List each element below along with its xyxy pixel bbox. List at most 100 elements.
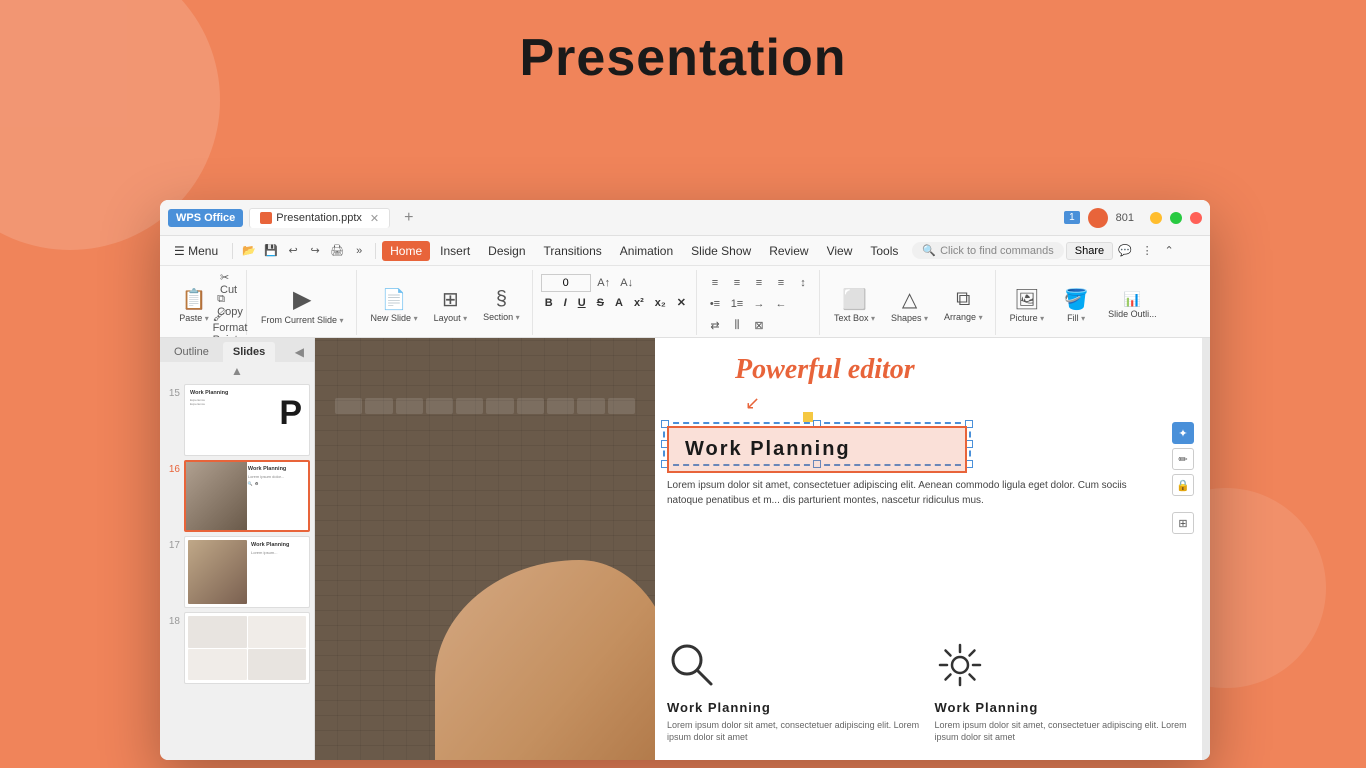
- text-box-button[interactable]: ⬜ Text Box ▾: [828, 285, 881, 325]
- float-icon-edit[interactable]: ✏: [1172, 448, 1194, 470]
- thumb17-right: Work Planning Lorem ipsum...: [249, 540, 306, 604]
- slide-outline-icon: 📊: [1124, 291, 1141, 308]
- menu-review[interactable]: Review: [761, 241, 816, 261]
- menu-home[interactable]: Home: [382, 241, 430, 261]
- menu-separator-1: [232, 243, 233, 259]
- slide-thumb-15[interactable]: Work Planning Experience Experience P: [184, 384, 310, 456]
- menu-insert[interactable]: Insert: [432, 241, 478, 261]
- text-box-icon: ⬜: [842, 287, 867, 312]
- share-button[interactable]: Share: [1066, 242, 1113, 260]
- sidebar-tab-slides[interactable]: Slides: [223, 342, 275, 362]
- menu-slideshow[interactable]: Slide Show: [683, 241, 759, 261]
- sidebar-tab-outline[interactable]: Outline: [164, 342, 219, 362]
- menu-hamburger[interactable]: ☰ Menu: [166, 241, 226, 261]
- text-direction-button[interactable]: ⇄: [705, 316, 725, 334]
- font-size-input[interactable]: 0: [541, 274, 591, 292]
- slide-item-15[interactable]: 15 Work Planning Experience Experience P: [164, 384, 310, 456]
- thumb18-cell1: [188, 616, 247, 648]
- slide-thumb-16[interactable]: Work Planning Lorem ipsum dolor... 🔍⚙: [184, 460, 310, 532]
- underline-button[interactable]: U: [574, 296, 590, 310]
- thumb18-cell3: [188, 649, 247, 681]
- slide-icons: 📄 New Slide ▾ ⊞ Layout ▾ § Section ▾: [365, 270, 526, 335]
- clear-format-button[interactable]: ✕: [673, 295, 690, 310]
- float-icon-1[interactable]: ✦: [1172, 422, 1194, 444]
- float-icon-lock[interactable]: 🔒: [1172, 474, 1194, 496]
- thumb17-photo: [188, 540, 247, 604]
- slide-item-18[interactable]: 18: [164, 612, 310, 684]
- toolbar-undo-icon[interactable]: ↩: [283, 242, 303, 260]
- float-icon-layers[interactable]: ⊞: [1172, 512, 1194, 534]
- menu-view[interactable]: View: [819, 241, 861, 261]
- slide-thumb-17[interactable]: Work Planning Lorem ipsum...: [184, 536, 310, 608]
- italic-button[interactable]: I: [560, 296, 571, 310]
- menu-transitions[interactable]: Transitions: [536, 241, 610, 261]
- presentation-tab[interactable]: Presentation.pptx ✕: [249, 208, 390, 228]
- close-tab-icon[interactable]: ✕: [370, 212, 379, 225]
- decorative-arrow: ↙: [745, 393, 760, 414]
- subscript-button[interactable]: x₂: [651, 296, 670, 310]
- paste-button[interactable]: 📋 Paste ▾: [172, 285, 216, 325]
- vertical-scrollbar[interactable]: [1202, 338, 1210, 760]
- close-button[interactable]: [1190, 212, 1202, 224]
- chat-icon[interactable]: 💬: [1115, 242, 1135, 260]
- sidebar-scroll-up[interactable]: ▲: [160, 362, 314, 380]
- toolbar-more-icon[interactable]: »: [349, 242, 369, 260]
- bold-button[interactable]: B: [541, 296, 557, 310]
- line-spacing-button[interactable]: ↕: [793, 274, 813, 292]
- align-right-button[interactable]: ≡: [749, 274, 769, 292]
- ribbon: 📋 Paste ▾ ✂ Cut ⧉ Copy 🖌 Format Painter: [160, 266, 1210, 338]
- menu-animation[interactable]: Animation: [612, 241, 681, 261]
- thumb18-grid: [188, 616, 306, 680]
- sidebar-collapse-button[interactable]: ◀: [289, 343, 310, 361]
- font-color-button[interactable]: A: [611, 296, 627, 310]
- shapes-button[interactable]: △ Shapes ▾: [885, 285, 934, 325]
- bullet-list-button[interactable]: •≡: [705, 295, 725, 313]
- slide-thumb-18[interactable]: [184, 612, 310, 684]
- command-search[interactable]: 🔍 Click to find commands: [912, 242, 1063, 259]
- add-tab-button[interactable]: +: [396, 207, 421, 229]
- new-slide-button[interactable]: 📄 New Slide ▾: [365, 285, 424, 325]
- fill-icon: 🪣: [1064, 287, 1089, 312]
- toolbar-save-icon[interactable]: 💾: [261, 242, 281, 260]
- layout-icon: ⊞: [442, 287, 459, 312]
- slide-item-16[interactable]: 16 Work Planning Lorem ipsum dolor... 🔍⚙: [164, 460, 310, 532]
- section-button[interactable]: § Section ▾: [477, 286, 526, 324]
- toolbar-print-icon[interactable]: 🖨: [327, 242, 347, 260]
- arrange-button[interactable]: ⧉ Arrange ▾: [938, 286, 989, 324]
- justify-button[interactable]: ≡: [771, 274, 791, 292]
- menu-tools[interactable]: Tools: [862, 241, 906, 261]
- superscript-button[interactable]: x²: [630, 296, 648, 310]
- slide-outline-button[interactable]: 📊 Slide Outli...: [1102, 289, 1163, 321]
- minimize-button[interactable]: [1150, 212, 1162, 224]
- format-painter-button[interactable]: 🖌 Format Painter: [220, 318, 240, 336]
- collapse-ribbon-icon[interactable]: ⌃: [1159, 242, 1179, 260]
- grid-item-1: Work Planning Lorem ipsum dolor sit amet…: [667, 640, 923, 744]
- strikethrough-button[interactable]: S: [593, 296, 608, 310]
- more-options-icon[interactable]: ⋮: [1137, 242, 1157, 260]
- outdent-button[interactable]: ←: [771, 295, 791, 313]
- work-planning-textbox[interactable]: Work Planning: [667, 426, 967, 473]
- slide-item-17[interactable]: 17 Work Planning Lorem ipsum...: [164, 536, 310, 608]
- from-current-slide-button[interactable]: ▶ From Current Slide ▾: [255, 283, 350, 327]
- ribbon-insert-group: 🖼 Picture ▾ 🪣 Fill ▾ 📊 Slide Outli...: [998, 270, 1169, 335]
- fill-button[interactable]: 🪣 Fill ▾: [1054, 285, 1098, 325]
- paste-icon: 📋: [182, 287, 207, 312]
- decrease-font-button[interactable]: A↓: [617, 274, 637, 292]
- increase-font-button[interactable]: A↑: [594, 274, 614, 292]
- picture-button[interactable]: 🖼 Picture ▾: [1004, 285, 1051, 325]
- thumb17-content: Work Planning Lorem ipsum...: [185, 537, 309, 607]
- layout-button[interactable]: ⊞ Layout ▾: [428, 285, 474, 325]
- cut-button[interactable]: ✂ Cut: [220, 274, 240, 292]
- numbered-list-button[interactable]: 1≡: [727, 295, 747, 313]
- page-title: Presentation: [0, 0, 1366, 88]
- columns-button[interactable]: ⫼: [727, 316, 747, 334]
- indent-button[interactable]: →: [749, 295, 769, 313]
- toolbar-open-icon[interactable]: 📂: [239, 242, 259, 260]
- menu-design[interactable]: Design: [480, 241, 533, 261]
- align-center-button[interactable]: ≡: [727, 274, 747, 292]
- smart-art-button[interactable]: ⊠: [749, 316, 769, 334]
- align-left-button[interactable]: ≡: [705, 274, 725, 292]
- wps-office-button[interactable]: WPS Office: [168, 209, 243, 227]
- toolbar-redo-icon[interactable]: ↪: [305, 242, 325, 260]
- maximize-button[interactable]: [1170, 212, 1182, 224]
